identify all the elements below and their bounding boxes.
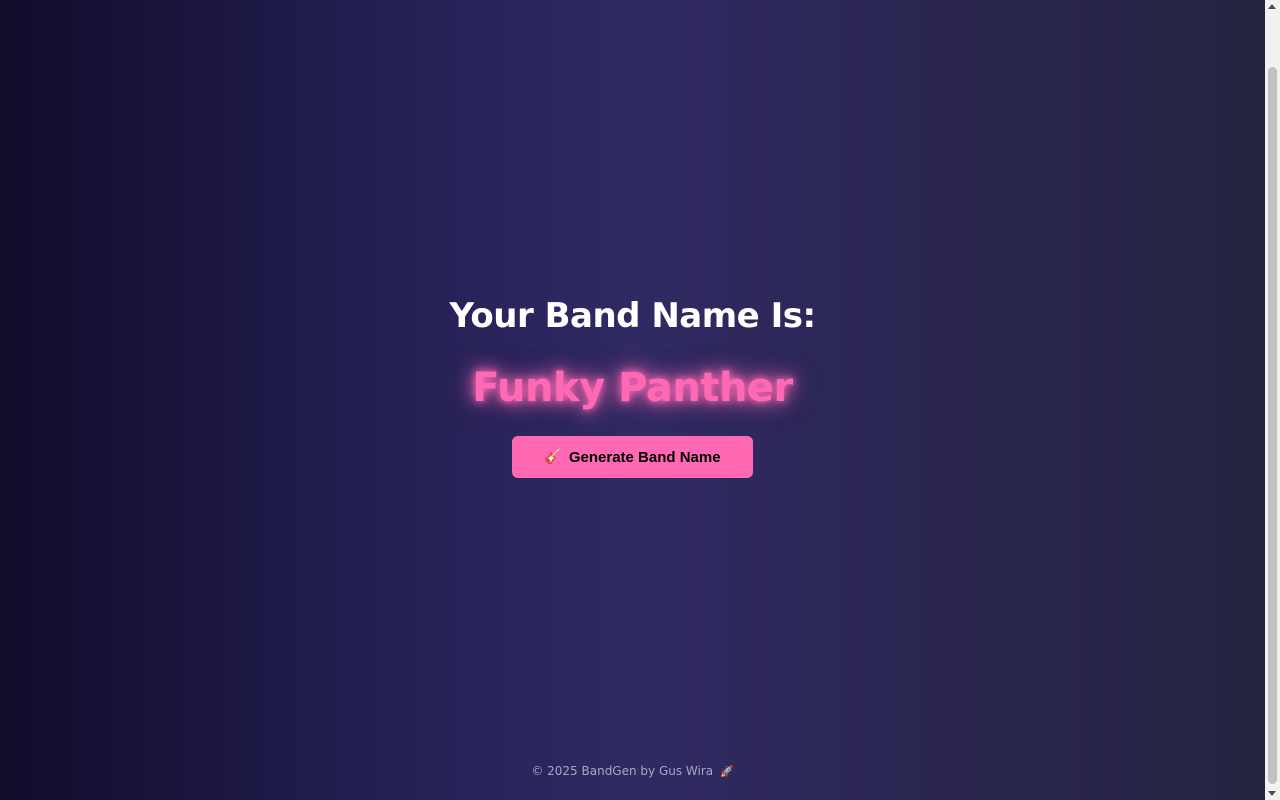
- page-background: Your Band Name Is: Funky Panther 🎸 Gener…: [0, 0, 1265, 800]
- generate-band-name-button[interactable]: 🎸 Generate Band Name: [512, 436, 753, 478]
- guitar-icon: 🎸: [544, 449, 562, 465]
- scroll-up-arrow-icon[interactable]: [1265, 0, 1280, 14]
- main-content: Your Band Name Is: Funky Panther 🎸 Gener…: [0, 292, 1265, 478]
- band-name-result: Funky Panther: [472, 365, 793, 411]
- rocket-icon: 🚀: [719, 765, 734, 778]
- scroll-down-arrow-icon[interactable]: [1265, 786, 1280, 800]
- generate-button-label: Generate Band Name: [568, 448, 721, 466]
- scrollbar-thumb[interactable]: [1268, 67, 1277, 784]
- footer-text: © 2025 BandGen by Gus Wira: [531, 764, 714, 778]
- page-title: Your Band Name Is:: [449, 296, 816, 336]
- footer: © 2025 BandGen by Gus Wira 🚀: [0, 762, 1265, 781]
- vertical-scrollbar[interactable]: [1265, 0, 1280, 800]
